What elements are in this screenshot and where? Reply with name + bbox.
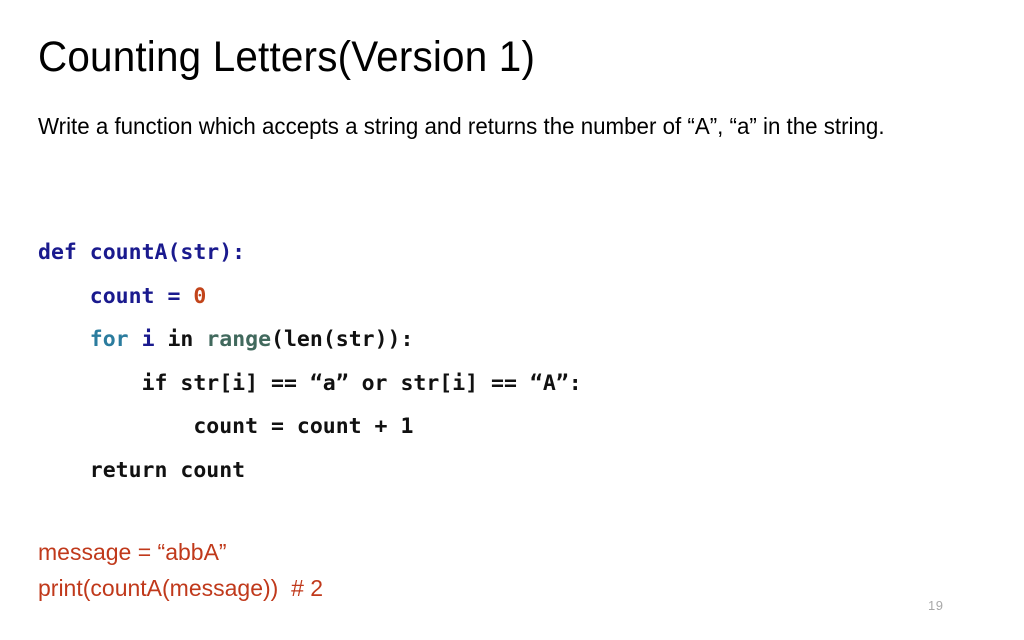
code-token: = xyxy=(167,283,181,309)
code-token: def xyxy=(38,240,77,265)
code-token: if str[i] == “a” or str[i] == “A”: xyxy=(141,370,582,396)
code-token: return count xyxy=(89,457,246,483)
code-token: in xyxy=(154,327,207,352)
problem-description: Write a function which accepts a string … xyxy=(38,113,885,139)
code-line-if: if str[i] == “a” or str[i] == “A”: xyxy=(38,362,978,406)
code-block: def countA(str): count = 0 for i in rang… xyxy=(38,231,978,492)
code-line-for: for i in range(len(str)): xyxy=(38,318,978,362)
code-token: 0 xyxy=(193,283,207,309)
code-token: for xyxy=(89,327,129,352)
code-line-return: return count xyxy=(38,449,978,493)
code-token: (len(str)): xyxy=(271,327,414,352)
code-line-def: def countA(str): xyxy=(38,231,978,275)
code-line-increment: count = count + 1 xyxy=(38,405,978,449)
usage-line-print: print(countA(message)) # 2 xyxy=(38,575,324,601)
code-line-count-init: count = 0 xyxy=(38,275,978,319)
code-token: i xyxy=(141,327,155,352)
slide-canvas: Counting Letters(Version 1) Write a func… xyxy=(0,0,1024,640)
code-token: countA(str): xyxy=(89,240,246,265)
page-number: 19 xyxy=(928,598,944,613)
code-token: count = count + 1 xyxy=(193,414,414,439)
page-title: Counting Letters(Version 1) xyxy=(38,33,536,81)
usage-example-block: message = “abbA” print(countA(message)) #… xyxy=(38,534,938,606)
code-token: range xyxy=(206,327,272,352)
usage-line-message: message = “abbA” xyxy=(38,539,227,565)
code-token: count xyxy=(89,283,155,309)
